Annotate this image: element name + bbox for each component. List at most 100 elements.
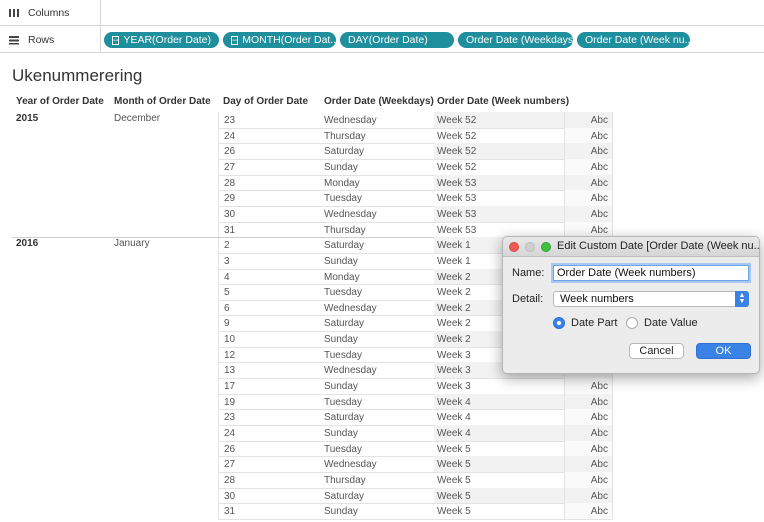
- abc-mark-cell[interactable]: Abc: [565, 397, 612, 408]
- day-cell[interactable]: 26: [224, 444, 235, 455]
- week-number-cell[interactable]: Week 2: [437, 303, 471, 314]
- header-month[interactable]: Month of Order Date: [114, 96, 211, 107]
- dialog-titlebar[interactable]: Edit Custom Date [Order Date (Week nu...: [503, 237, 759, 257]
- day-cell[interactable]: 26: [224, 146, 235, 157]
- weekday-cell[interactable]: Saturday: [324, 240, 364, 251]
- header-day[interactable]: Day of Order Date: [223, 96, 308, 107]
- weekday-cell[interactable]: Wednesday: [324, 209, 377, 220]
- day-cell[interactable]: 10: [224, 334, 235, 345]
- weekday-cell[interactable]: Wednesday: [324, 365, 377, 376]
- week-number-cell[interactable]: Week 1: [437, 256, 471, 267]
- abc-mark-cell[interactable]: Abc: [565, 459, 612, 470]
- weekday-cell[interactable]: Sunday: [324, 506, 358, 517]
- abc-mark-cell[interactable]: Abc: [565, 209, 612, 220]
- radio-unselected-icon[interactable]: [626, 317, 638, 329]
- day-cell[interactable]: 23: [224, 412, 235, 423]
- header-year[interactable]: Year of Order Date: [16, 96, 104, 107]
- pill-day-order-date[interactable]: DAY(Order Date): [340, 32, 454, 48]
- chevron-updown-icon[interactable]: ▲ ▼: [735, 291, 749, 307]
- week-number-cell[interactable]: Week 3: [437, 365, 471, 376]
- month-cell[interactable]: December: [114, 113, 160, 124]
- week-number-cell[interactable]: Week 52: [437, 162, 476, 173]
- radio-date-value[interactable]: Date Value: [626, 317, 698, 329]
- week-number-cell[interactable]: Week 53: [437, 178, 476, 189]
- day-cell[interactable]: 24: [224, 428, 235, 439]
- weekday-cell[interactable]: Sunday: [324, 428, 358, 439]
- week-number-cell[interactable]: Week 53: [437, 209, 476, 220]
- week-number-cell[interactable]: Week 53: [437, 193, 476, 204]
- day-cell[interactable]: 28: [224, 475, 235, 486]
- ok-button[interactable]: OK: [696, 343, 751, 359]
- weekday-cell[interactable]: Wednesday: [324, 115, 377, 126]
- week-number-cell[interactable]: Week 2: [437, 272, 471, 283]
- week-number-cell[interactable]: Week 2: [437, 318, 471, 329]
- day-cell[interactable]: 30: [224, 491, 235, 502]
- week-number-cell[interactable]: Week 5: [437, 491, 471, 502]
- columns-shelf[interactable]: Columns: [0, 0, 764, 26]
- abc-mark-cell[interactable]: Abc: [565, 131, 612, 142]
- week-number-cell[interactable]: Week 53: [437, 225, 476, 236]
- week-number-cell[interactable]: Week 2: [437, 334, 471, 345]
- week-number-cell[interactable]: Week 4: [437, 397, 471, 408]
- abc-mark-cell[interactable]: Abc: [565, 178, 612, 189]
- day-cell[interactable]: 9: [224, 318, 230, 329]
- day-cell[interactable]: 31: [224, 225, 235, 236]
- radio-date-part[interactable]: Date Part: [553, 317, 617, 329]
- week-number-cell[interactable]: Week 3: [437, 350, 471, 361]
- day-cell[interactable]: 5: [224, 287, 230, 298]
- day-cell[interactable]: 24: [224, 131, 235, 142]
- detail-select[interactable]: Week numbers ▲ ▼: [553, 291, 749, 307]
- header-weekdays[interactable]: Order Date (Weekdays): [324, 96, 434, 107]
- week-number-cell[interactable]: Week 52: [437, 115, 476, 126]
- year-cell[interactable]: 2016: [16, 238, 38, 249]
- day-cell[interactable]: 6: [224, 303, 230, 314]
- day-cell[interactable]: 13: [224, 365, 235, 376]
- week-number-cell[interactable]: Week 5: [437, 506, 471, 517]
- weekday-cell[interactable]: Tuesday: [324, 444, 362, 455]
- weekday-cell[interactable]: Wednesday: [324, 459, 377, 470]
- pill-year-order-date[interactable]: − YEAR(Order Date): [104, 32, 219, 48]
- pill-month-order-date[interactable]: − MONTH(Order Dat..: [223, 32, 336, 48]
- name-input[interactable]: Order Date (Week numbers): [553, 265, 749, 281]
- month-cell[interactable]: January: [114, 238, 150, 249]
- weekday-cell[interactable]: Monday: [324, 272, 360, 283]
- pill-order-date-weekdays[interactable]: Order Date (Weekdays): [458, 32, 573, 48]
- weekday-cell[interactable]: Saturday: [324, 412, 364, 423]
- weekday-cell[interactable]: Thursday: [324, 225, 366, 236]
- day-cell[interactable]: 27: [224, 162, 235, 173]
- week-number-cell[interactable]: Week 2: [437, 287, 471, 298]
- week-number-cell[interactable]: Week 5: [437, 475, 471, 486]
- day-cell[interactable]: 30: [224, 209, 235, 220]
- weekday-cell[interactable]: Sunday: [324, 381, 358, 392]
- week-number-cell[interactable]: Week 3: [437, 381, 471, 392]
- weekday-cell[interactable]: Sunday: [324, 256, 358, 267]
- weekday-cell[interactable]: Sunday: [324, 334, 358, 345]
- day-cell[interactable]: 27: [224, 459, 235, 470]
- week-number-cell[interactable]: Week 52: [437, 131, 476, 142]
- weekday-cell[interactable]: Saturday: [324, 491, 364, 502]
- weekday-cell[interactable]: Sunday: [324, 162, 358, 173]
- day-cell[interactable]: 12: [224, 350, 235, 361]
- header-week-numbers[interactable]: Order Date (Week numbers): [437, 96, 569, 107]
- abc-mark-cell[interactable]: Abc: [565, 381, 612, 392]
- day-cell[interactable]: 31: [224, 506, 235, 517]
- minus-box-icon[interactable]: −: [231, 35, 239, 45]
- weekday-cell[interactable]: Tuesday: [324, 193, 362, 204]
- week-number-cell[interactable]: Week 5: [437, 459, 471, 470]
- weekday-cell[interactable]: Tuesday: [324, 287, 362, 298]
- weekday-cell[interactable]: Tuesday: [324, 350, 362, 361]
- abc-mark-cell[interactable]: Abc: [565, 115, 612, 126]
- week-number-cell[interactable]: Week 4: [437, 412, 471, 423]
- day-cell[interactable]: 28: [224, 178, 235, 189]
- abc-mark-cell[interactable]: Abc: [565, 412, 612, 423]
- weekday-cell[interactable]: Wednesday: [324, 303, 377, 314]
- abc-mark-cell[interactable]: Abc: [565, 162, 612, 173]
- weekday-cell[interactable]: Thursday: [324, 475, 366, 486]
- abc-mark-cell[interactable]: Abc: [565, 491, 612, 502]
- cancel-button[interactable]: Cancel: [629, 343, 684, 359]
- abc-mark-cell[interactable]: Abc: [565, 428, 612, 439]
- weekday-cell[interactable]: Saturday: [324, 146, 364, 157]
- day-cell[interactable]: 19: [224, 397, 235, 408]
- day-cell[interactable]: 4: [224, 272, 230, 283]
- weekday-cell[interactable]: Monday: [324, 178, 360, 189]
